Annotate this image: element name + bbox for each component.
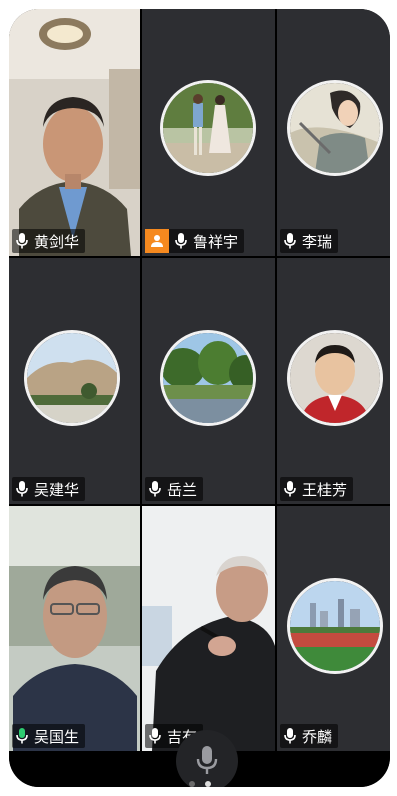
participant-tile-video-speaking[interactable]: 吴国生 (9, 506, 140, 751)
avatar-photo (27, 333, 117, 423)
avatar-photo (163, 83, 253, 173)
participant-name: 吴国生 (34, 727, 80, 746)
page-indicator[interactable] (9, 781, 390, 787)
participant-tile-avatar[interactable]: 鲁祥宇 (142, 9, 275, 256)
participant-label: 李瑞 (280, 229, 339, 253)
microphone-speaking-icon (16, 728, 28, 744)
microphone-icon (149, 728, 161, 744)
participant-tile-avatar[interactable]: 王桂芳 (277, 258, 390, 504)
microphone-icon (149, 481, 161, 497)
participant-label: 吴建华 (12, 477, 86, 501)
participant-label: 乔麟 (280, 724, 339, 748)
avatar (160, 330, 256, 426)
microphone-icon (16, 233, 28, 249)
participant-label: 岳兰 (145, 477, 204, 501)
meeting-screen: 黄剑华 鲁祥宇 李瑞 吴建华 岳兰 王桂芳 吴国生 吉有 乔麟 (9, 9, 390, 787)
person-icon (151, 235, 163, 247)
participant-label: 黄剑华 (12, 229, 86, 253)
avatar-photo (290, 333, 380, 423)
microphone-icon (16, 481, 28, 497)
avatar (160, 80, 256, 176)
participant-name: 王桂芳 (302, 480, 348, 499)
participant-label: 王桂芳 (280, 477, 354, 501)
microphone-icon (196, 746, 218, 774)
page-dot-active[interactable] (204, 781, 211, 787)
participant-name: 李瑞 (302, 232, 333, 251)
avatar-photo (290, 581, 380, 671)
microphone-icon (284, 728, 296, 744)
host-badge (145, 229, 169, 253)
microphone-icon (284, 233, 296, 249)
participant-name: 黄剑华 (34, 232, 80, 251)
page-dot[interactable] (188, 781, 195, 787)
avatar (287, 578, 383, 674)
participant-grid: 黄剑华 鲁祥宇 李瑞 吴建华 岳兰 王桂芳 吴国生 吉有 乔麟 (9, 9, 390, 751)
participant-tile-video[interactable]: 黄剑华 (9, 9, 140, 256)
participant-label: 吴国生 (12, 724, 86, 748)
participant-tile-avatar[interactable]: 吴建华 (9, 258, 140, 504)
participant-name: 乔麟 (302, 727, 333, 746)
camera-feed (142, 506, 275, 751)
avatar (287, 80, 383, 176)
avatar (287, 330, 383, 426)
avatar-photo (163, 333, 253, 423)
participant-name: 鲁祥宇 (193, 232, 239, 251)
microphone-icon (175, 233, 187, 249)
camera-feed (9, 506, 140, 751)
participant-name: 岳兰 (167, 480, 198, 499)
microphone-icon (284, 481, 296, 497)
avatar-photo (290, 83, 380, 173)
mute-toggle-button[interactable] (176, 730, 238, 787)
avatar (24, 330, 120, 426)
participant-name: 吴建华 (34, 480, 80, 499)
participant-tile-avatar[interactable]: 李瑞 (277, 9, 390, 256)
camera-feed (9, 9, 140, 256)
participant-tile-video[interactable]: 吉有 (142, 506, 275, 751)
participant-label: 鲁祥宇 (145, 229, 245, 253)
participant-tile-avatar[interactable]: 岳兰 (142, 258, 275, 504)
participant-tile-avatar[interactable]: 乔麟 (277, 506, 390, 751)
